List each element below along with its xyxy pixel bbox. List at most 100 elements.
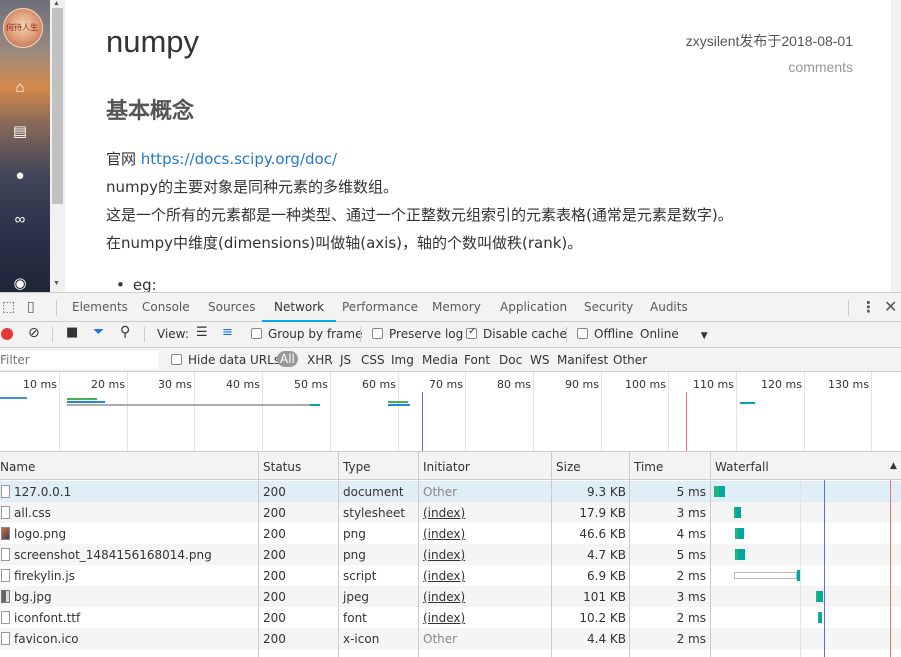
tab-elements[interactable]: Elements xyxy=(72,293,128,322)
column-header-name[interactable]: Name xyxy=(0,460,35,474)
group-by-frame-checkbox[interactable]: Group by frame xyxy=(251,327,362,341)
filter-type-media[interactable]: Media xyxy=(422,353,458,367)
request-name[interactable]: bg.jpg xyxy=(14,590,52,604)
tab-network[interactable]: Network xyxy=(262,293,337,322)
tab-security[interactable]: Security xyxy=(584,293,633,322)
filter-type-ws[interactable]: WS xyxy=(530,353,549,367)
table-row[interactable]: screenshot_1484156168014.png 200 png (index… xyxy=(0,544,901,565)
screenshot-camera-icon[interactable]: ■ xyxy=(66,325,78,340)
checkbox[interactable] xyxy=(171,354,182,365)
column-header-status[interactable]: Status xyxy=(263,460,301,474)
dom-content-loaded-line xyxy=(824,480,825,657)
request-initiator[interactable]: (index) xyxy=(423,527,465,541)
preserve-log-checkbox[interactable]: Preserve log xyxy=(372,327,463,341)
checkbox[interactable] xyxy=(251,328,262,339)
filter-type-doc[interactable]: Doc xyxy=(499,353,522,367)
disable-cache-checkbox[interactable]: Disable cache xyxy=(466,326,567,341)
scroll-down-arrow-icon[interactable]: ▼ xyxy=(53,280,60,287)
timeline-tick-label: 60 ms xyxy=(362,378,396,391)
filter-input[interactable] xyxy=(0,351,158,369)
timeline-tick-label: 120 ms xyxy=(761,378,802,391)
link-icon[interactable]: ∞ xyxy=(11,212,29,228)
checkbox[interactable] xyxy=(372,328,383,339)
request-name[interactable]: firekylin.js xyxy=(14,569,75,583)
large-rows-icon[interactable]: ☰ xyxy=(196,325,208,340)
search-icon[interactable]: ⚲ xyxy=(120,324,130,340)
tab-console[interactable]: Console xyxy=(142,293,190,322)
table-row[interactable]: 127.0.0.1 200 document Other 9.3 KB 5 ms xyxy=(0,481,901,502)
column-header-size[interactable]: Size xyxy=(556,460,581,474)
table-row[interactable]: favicon.ico 200 x-icon Other 4.4 KB 2 ms xyxy=(0,628,901,649)
record-icon[interactable] xyxy=(1,328,13,340)
table-row[interactable]: all.css 200 stylesheet (index) 17.9 KB 3 ms xyxy=(0,502,901,523)
request-name[interactable]: iconfont.ttf xyxy=(14,611,80,625)
filter-type-xhr[interactable]: XHR xyxy=(307,353,333,367)
offline-checkbox[interactable]: Offline xyxy=(577,327,633,341)
request-name[interactable]: all.css xyxy=(14,506,51,520)
scrollbar-thumb[interactable] xyxy=(52,8,63,204)
waterfall-bar xyxy=(719,486,725,497)
filter-type-manifest[interactable]: Manifest xyxy=(557,353,608,367)
filter-type-js[interactable]: JS xyxy=(340,353,351,367)
page-scrollbar[interactable]: ▲ ▼ xyxy=(50,0,65,292)
request-initiator[interactable]: (index) xyxy=(423,548,465,562)
column-header-initiator[interactable]: Initiator xyxy=(423,460,470,474)
github-icon[interactable]: ◉ xyxy=(11,276,29,292)
filter-type-img[interactable]: Img xyxy=(391,353,414,367)
request-initiator[interactable]: (index) xyxy=(423,611,465,625)
request-name[interactable]: screenshot_1484156168014.png xyxy=(14,548,212,562)
column-header-waterfall[interactable]: Waterfall xyxy=(715,460,769,474)
request-initiator[interactable]: (index) xyxy=(423,569,465,583)
column-header-type[interactable]: Type xyxy=(343,460,371,474)
sort-ascending-icon[interactable]: ▲ xyxy=(890,461,897,471)
clear-icon[interactable]: ⊘ xyxy=(28,325,40,341)
checkbox[interactable] xyxy=(577,328,588,339)
archive-icon[interactable]: ▤ xyxy=(11,124,29,140)
waterfall-view-icon[interactable]: ≡ xyxy=(222,325,233,340)
filter-type-css[interactable]: CSS xyxy=(361,353,385,367)
table-row[interactable]: iconfont.ttf 200 font (index) 10.2 KB 2 ms xyxy=(0,607,901,628)
user-icon[interactable]: ● xyxy=(11,168,29,184)
tab-memory[interactable]: Memory xyxy=(432,293,481,322)
overview-bar xyxy=(0,397,27,399)
request-size: 6.9 KB xyxy=(587,569,626,583)
avatar[interactable]: 何待人生 xyxy=(3,8,43,48)
request-name[interactable]: favicon.ico xyxy=(14,632,79,646)
official-link[interactable]: https://docs.scipy.org/doc/ xyxy=(141,150,337,168)
request-initiator[interactable]: (index) xyxy=(423,590,465,604)
filter-icon[interactable]: ⏷ xyxy=(93,324,104,340)
throttle-select[interactable]: Online ▼ xyxy=(640,327,708,341)
right-scrollbar[interactable] xyxy=(891,0,901,292)
timeline-tick-label: 90 ms xyxy=(565,378,599,391)
scroll-up-arrow-icon[interactable]: ▲ xyxy=(53,0,60,7)
checkbox-checked[interactable] xyxy=(466,326,477,339)
table-row[interactable]: firekylin.js 200 script (index) 6.9 KB 2 ms xyxy=(0,565,901,586)
device-toolbar-icon[interactable]: ▯ xyxy=(27,299,35,315)
filter-type-font[interactable]: Font xyxy=(464,353,490,367)
filter-type-all[interactable]: All xyxy=(277,351,298,367)
comments-link[interactable]: comments xyxy=(788,59,853,75)
more-options-icon[interactable]: ⋮ xyxy=(861,298,876,316)
waterfall-bar xyxy=(736,507,741,518)
waterfall-bar xyxy=(738,549,745,560)
home-icon[interactable]: ⌂ xyxy=(11,80,29,96)
network-overview-timeline[interactable]: 10 ms 20 ms 30 ms 40 ms 50 ms 60 ms 70 ms 80 ms… xyxy=(0,372,901,452)
overview-bar xyxy=(740,402,755,404)
filter-type-other[interactable]: Other xyxy=(613,353,647,367)
close-icon[interactable]: ✕ xyxy=(884,297,897,316)
tab-sources[interactable]: Sources xyxy=(208,293,255,322)
request-initiator[interactable]: (index) xyxy=(423,506,465,520)
tab-application[interactable]: Application xyxy=(500,293,567,322)
table-row[interactable]: bg.jpg 200 jpeg (index) 101 KB 3 ms xyxy=(0,586,901,607)
tab-audits[interactable]: Audits xyxy=(650,293,688,322)
timeline-gridline xyxy=(871,372,872,451)
tab-performance[interactable]: Performance xyxy=(342,293,418,322)
request-name[interactable]: 127.0.0.1 xyxy=(14,485,71,499)
column-header-time[interactable]: Time xyxy=(634,460,663,474)
table-row[interactable]: logo.png 200 png (index) 46.6 KB 4 ms xyxy=(0,523,901,544)
inspect-element-icon[interactable]: ⬚ xyxy=(2,299,15,315)
file-icon xyxy=(1,485,10,498)
request-status: 200 xyxy=(263,506,286,520)
request-name[interactable]: logo.png xyxy=(14,527,66,541)
hide-data-urls-checkbox[interactable]: Hide data URLs xyxy=(171,353,280,367)
